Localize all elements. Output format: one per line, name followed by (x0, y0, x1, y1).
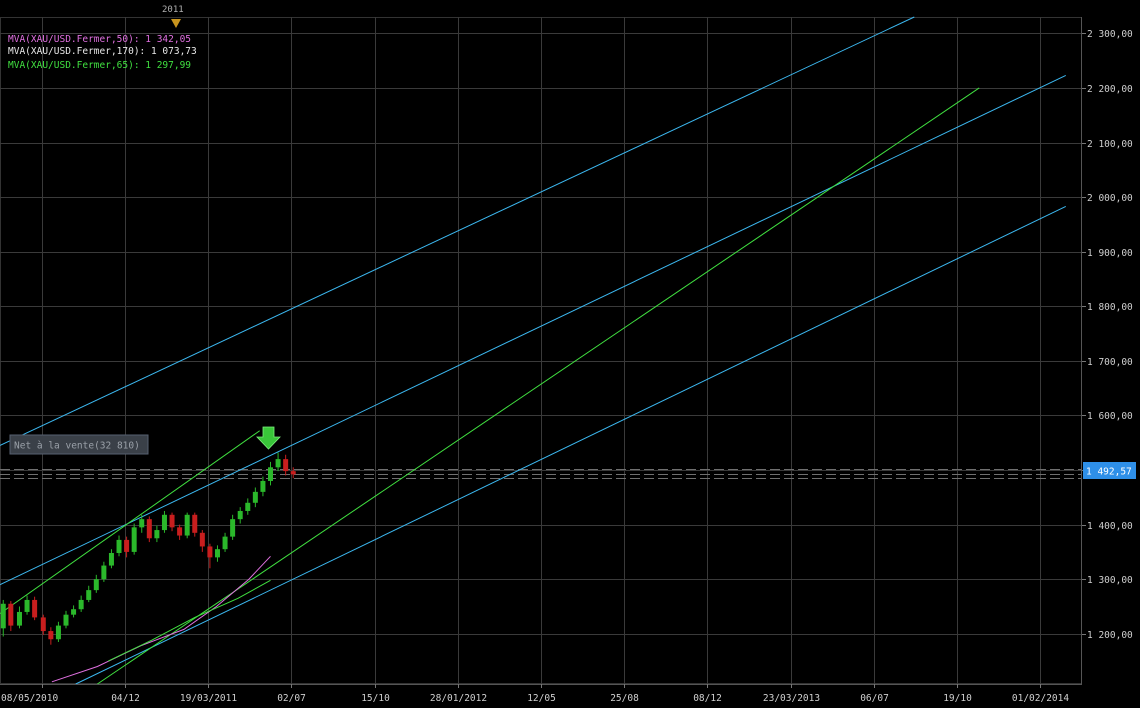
y-tick-label: 1 600,00 (1087, 411, 1133, 422)
x-tick-label: 04/12 (111, 693, 140, 704)
position-tag-label: Net à la vente(32 810) (14, 441, 140, 452)
candle-body (177, 527, 183, 536)
candle (32, 596, 38, 621)
candle-body (161, 514, 167, 531)
x-tick-label: 02/07 (277, 693, 306, 704)
legend-item-ma170: MVA(XAU/USD.Fermer,170): 1 073,73 (8, 46, 197, 57)
position-tag[interactable]: Net à la vente(32 810) (9, 434, 149, 455)
y-tick-label: 1 700,00 (1087, 357, 1133, 368)
x-tick-label: 19/03/2011 (180, 693, 237, 704)
x-tick-label: 25/08 (610, 693, 639, 704)
y-tick-label: 2 000,00 (1087, 193, 1133, 204)
candle-body (86, 590, 92, 600)
candle-body (131, 527, 137, 552)
candle-body (48, 631, 54, 640)
candle-body (283, 459, 289, 472)
legend-item-ma65: MVA(XAU/USD.Fermer,65): 1 297,99 (8, 60, 191, 71)
candle-body (245, 502, 251, 511)
x-tick-label: 08/05/2010 (1, 693, 58, 704)
current-price-badge: 1 492,57 (1083, 462, 1136, 479)
x-tick-label: 15/10 (361, 693, 390, 704)
candle-body (116, 539, 122, 554)
candle-body (222, 536, 228, 550)
candle-body (207, 546, 213, 558)
y-tick-label: 2 300,00 (1087, 29, 1133, 40)
candle-body (63, 614, 69, 626)
y-tick-label: 1 900,00 (1087, 248, 1133, 259)
candle-body (230, 519, 236, 537)
x-tick-label: 28/01/2012 (430, 693, 487, 704)
candle-body (108, 553, 114, 566)
candle-body (24, 599, 30, 612)
candle-body (139, 519, 145, 528)
x-tick-label: 01/02/2014 (1012, 693, 1069, 704)
candle-body (192, 514, 198, 533)
candle-body (93, 579, 99, 591)
x-tick-label: 23/03/2013 (763, 693, 820, 704)
candle-body (199, 532, 205, 547)
candle-body (154, 530, 160, 539)
year-marker-label: 2011 (162, 5, 184, 15)
candle-body (275, 459, 281, 468)
y-tick-label: 1 300,00 (1087, 575, 1133, 586)
x-tick-label: 19/10 (943, 693, 972, 704)
candle-body (16, 611, 22, 626)
y-tick-label: 2 100,00 (1087, 139, 1133, 150)
candle-body (0, 603, 6, 629)
x-tick-label: 06/07 (860, 693, 889, 704)
candle (131, 523, 137, 555)
candle-body (8, 603, 14, 626)
candle-body (290, 471, 296, 475)
legend-item-ma50: MVA(XAU/USD.Fermer,50): 1 342,05 (8, 34, 191, 45)
candle-body (146, 519, 152, 539)
y-tick-label: 2 200,00 (1087, 84, 1133, 95)
candle-body (78, 599, 84, 610)
legend: MVA(XAU/USD.Fermer,50): 1 342,05 MVA(XAU… (8, 34, 197, 71)
candle-body (55, 625, 61, 640)
chart-background (0, 0, 1140, 708)
candle-body (40, 617, 46, 632)
candle-body (260, 480, 266, 492)
candle-body (124, 539, 130, 552)
y-tick-label: 1 800,00 (1087, 302, 1133, 313)
current-price-label: 1 492,57 (1086, 467, 1132, 478)
candle-body (101, 565, 107, 580)
y-tick-label: 1 400,00 (1087, 521, 1133, 532)
candle-body (169, 514, 175, 528)
candle (184, 512, 190, 539)
candle-body (184, 514, 190, 536)
candle-body (214, 549, 220, 558)
candle-body (71, 609, 77, 615)
candle-body (252, 491, 258, 503)
price-chart[interactable]: Net à la vente(32 810) MVA(XAU/USD.Ferme… (0, 0, 1140, 708)
x-tick-label: 08/12 (693, 693, 722, 704)
candle-body (268, 467, 273, 481)
candle-body (237, 510, 243, 520)
candle (146, 516, 152, 543)
candle-body (32, 599, 38, 618)
y-tick-label: 1 200,00 (1087, 630, 1133, 641)
x-tick-label: 12/05 (527, 693, 556, 704)
